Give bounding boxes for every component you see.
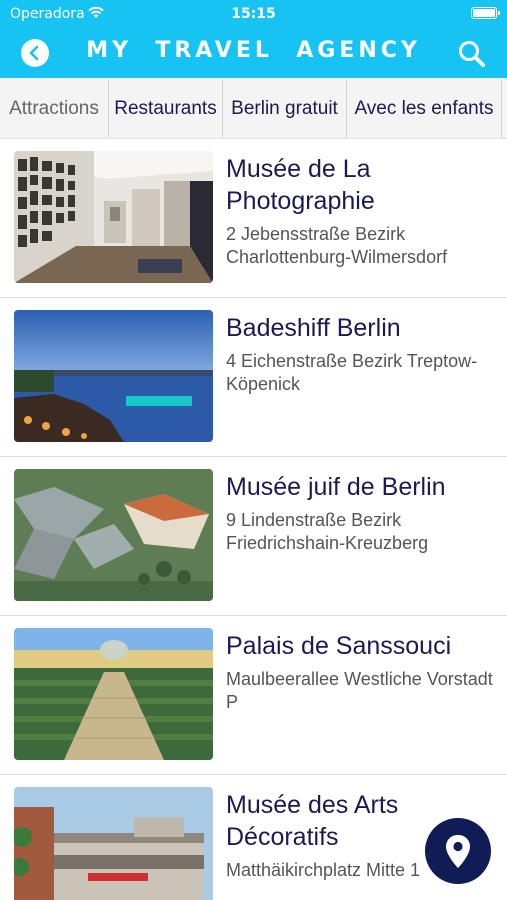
chevron-left-icon	[29, 45, 39, 61]
search-icon	[459, 41, 485, 67]
list-item[interactable]: Musée juif de Berlin 9 Lindenstraße Bezi…	[0, 457, 507, 616]
app-title: MY TRAVEL AGENCY	[86, 38, 421, 63]
tab-divider	[501, 80, 502, 137]
clock: 15:15	[231, 6, 276, 22]
aerial-museum-photo	[14, 469, 213, 601]
list-item[interactable]: Badeshiff Berlin 4 Eichenstraße Bezirk T…	[0, 298, 507, 457]
river-pool-dusk-photo	[14, 310, 213, 442]
tab-restaurants[interactable]: Restaurants	[109, 78, 222, 138]
palace-terraces-photo	[14, 628, 213, 760]
battery-icon	[471, 7, 500, 19]
list-item[interactable]: Musée de La Photographie 2 Jebensstraße …	[0, 139, 507, 298]
back-button[interactable]	[21, 39, 49, 67]
place-title: Badeshiff Berlin	[226, 314, 401, 342]
map-button[interactable]	[425, 818, 491, 884]
place-address: 9 Lindenstraße Bezirk Friedrichshain-Kre…	[226, 510, 429, 553]
category-tabs: Attractions Restaurants Berlin gratuit A…	[0, 78, 507, 139]
app-header: Operadora 15:15 MY TRAVEL AGENCY	[0, 0, 507, 78]
tab-attractions[interactable]: Attractions	[0, 78, 108, 138]
place-address: Maulbeerallee Westliche Vorstadt P	[226, 669, 493, 712]
place-address: 2 Jebensstraße Bezirk Charlottenburg-Wil…	[226, 224, 448, 267]
places-list: Musée de La Photographie 2 Jebensstraße …	[0, 139, 507, 900]
nav-bar: MY TRAVEL AGENCY	[0, 28, 507, 78]
search-button[interactable]	[457, 39, 487, 69]
place-address: 4 Eichenstraße Bezirk Treptow-Köpenick	[226, 351, 478, 394]
place-title: Musée juif de Berlin	[226, 473, 446, 501]
list-item[interactable]: Palais de Sanssouci Maulbeerallee Westli…	[0, 616, 507, 775]
map-pin-icon	[446, 835, 470, 868]
status-bar: Operadora 15:15	[0, 0, 507, 28]
place-title: Palais de Sanssouci	[226, 632, 452, 660]
tab-avec-les-enfants[interactable]: Avec les enfants	[347, 78, 501, 138]
gallery-interior-photo	[14, 151, 213, 283]
tab-berlin-gratuit[interactable]: Berlin gratuit	[223, 78, 346, 138]
modern-building-photo	[14, 787, 213, 900]
place-title: Musée de La Photographie	[226, 155, 375, 215]
